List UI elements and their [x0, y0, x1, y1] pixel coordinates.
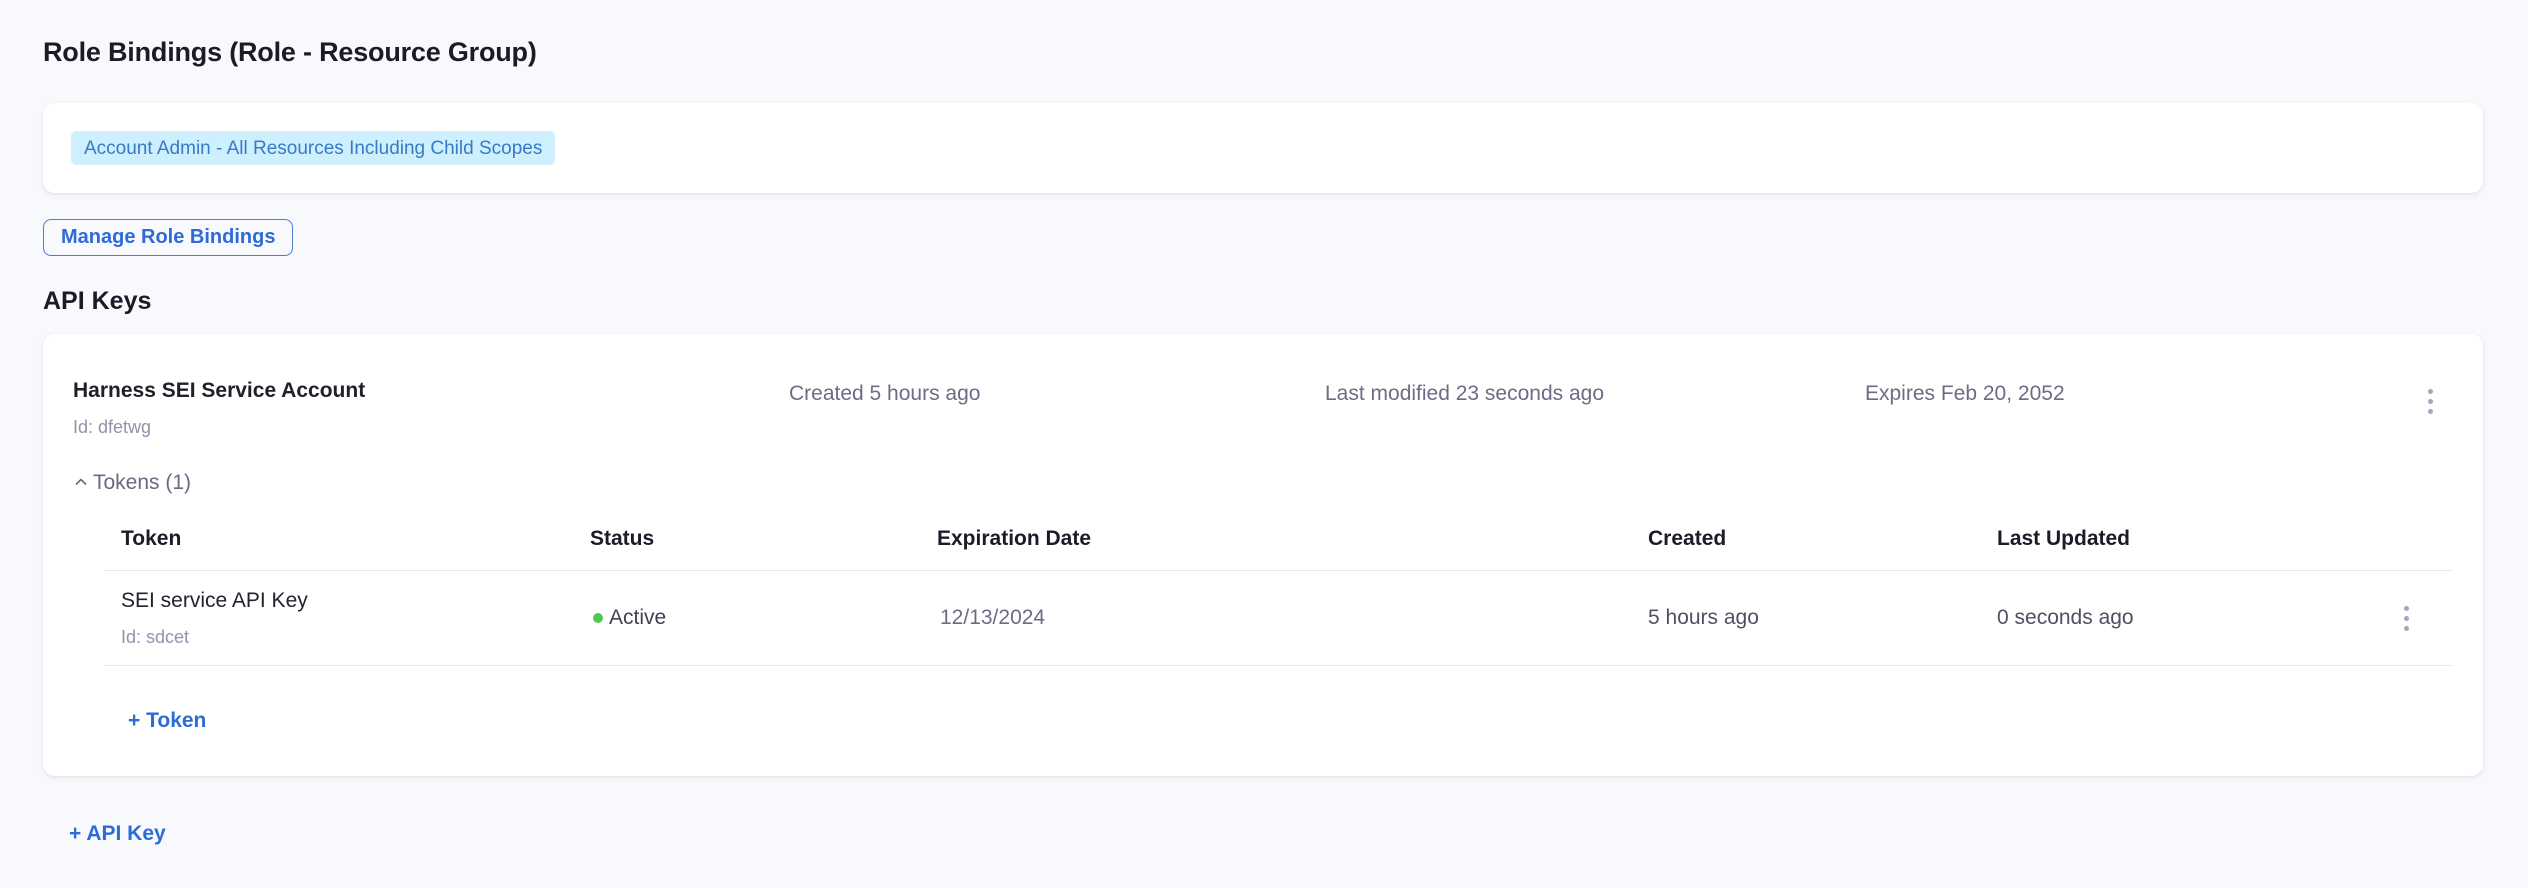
- api-key-created: Created 5 hours ago: [789, 378, 1325, 407]
- token-last-updated: 0 seconds ago: [1997, 606, 2134, 629]
- token-created: 5 hours ago: [1648, 606, 1759, 629]
- column-header-last-updated: Last Updated: [1997, 510, 2360, 571]
- tokens-toggle[interactable]: Tokens (1): [73, 470, 191, 496]
- column-header-created: Created: [1648, 510, 1997, 571]
- tokens-toggle-label: Tokens (1): [93, 470, 191, 496]
- status-active-dot-icon: [593, 613, 603, 623]
- tokens-table-header-row: Token Status Expiration Date Created Las…: [104, 510, 2453, 571]
- column-header-actions: [2360, 510, 2453, 571]
- token-name: SEI service API Key: [121, 588, 590, 614]
- add-token-link[interactable]: + Token: [128, 708, 206, 734]
- token-id: Id: sdcet: [121, 626, 590, 648]
- api-key-meta-row: Harness SEI Service Account Id: dfetwg C…: [73, 378, 2453, 438]
- service-account-detail-page: Role Bindings (Role - Resource Group) Ac…: [0, 0, 2528, 847]
- role-binding-tag: Account Admin - All Resources Including …: [71, 131, 555, 165]
- token-row: SEI service API Key Id: sdcet Active 12/…: [104, 571, 2453, 666]
- column-header-expiration: Expiration Date: [937, 510, 1648, 571]
- api-key-last-modified: Last modified 23 seconds ago: [1325, 378, 1865, 407]
- token-expiration-date: 12/13/2024: [940, 606, 1045, 629]
- api-keys-title: API Keys: [43, 286, 2483, 316]
- column-header-status: Status: [590, 510, 937, 571]
- role-bindings-title: Role Bindings (Role - Resource Group): [43, 36, 2483, 68]
- api-key-card: Harness SEI Service Account Id: dfetwg C…: [43, 334, 2483, 776]
- api-key-name: Harness SEI Service Account: [73, 378, 789, 404]
- tokens-table: Token Status Expiration Date Created Las…: [104, 510, 2453, 666]
- token-menu-icon[interactable]: [2392, 601, 2422, 635]
- api-key-id: Id: dfetwg: [73, 416, 789, 438]
- api-key-expires: Expires Feb 20, 2052: [1865, 378, 2415, 407]
- add-api-key-link[interactable]: + API Key: [69, 821, 166, 847]
- manage-role-bindings-button[interactable]: Manage Role Bindings: [43, 219, 293, 256]
- status-badge: Active: [593, 606, 937, 630]
- status-label: Active: [609, 606, 666, 630]
- role-bindings-card: Account Admin - All Resources Including …: [43, 103, 2483, 193]
- chevron-up-icon: [73, 474, 89, 490]
- column-header-token: Token: [104, 510, 590, 571]
- api-key-info: Harness SEI Service Account Id: dfetwg: [73, 378, 789, 438]
- api-key-menu-icon[interactable]: [2415, 384, 2445, 418]
